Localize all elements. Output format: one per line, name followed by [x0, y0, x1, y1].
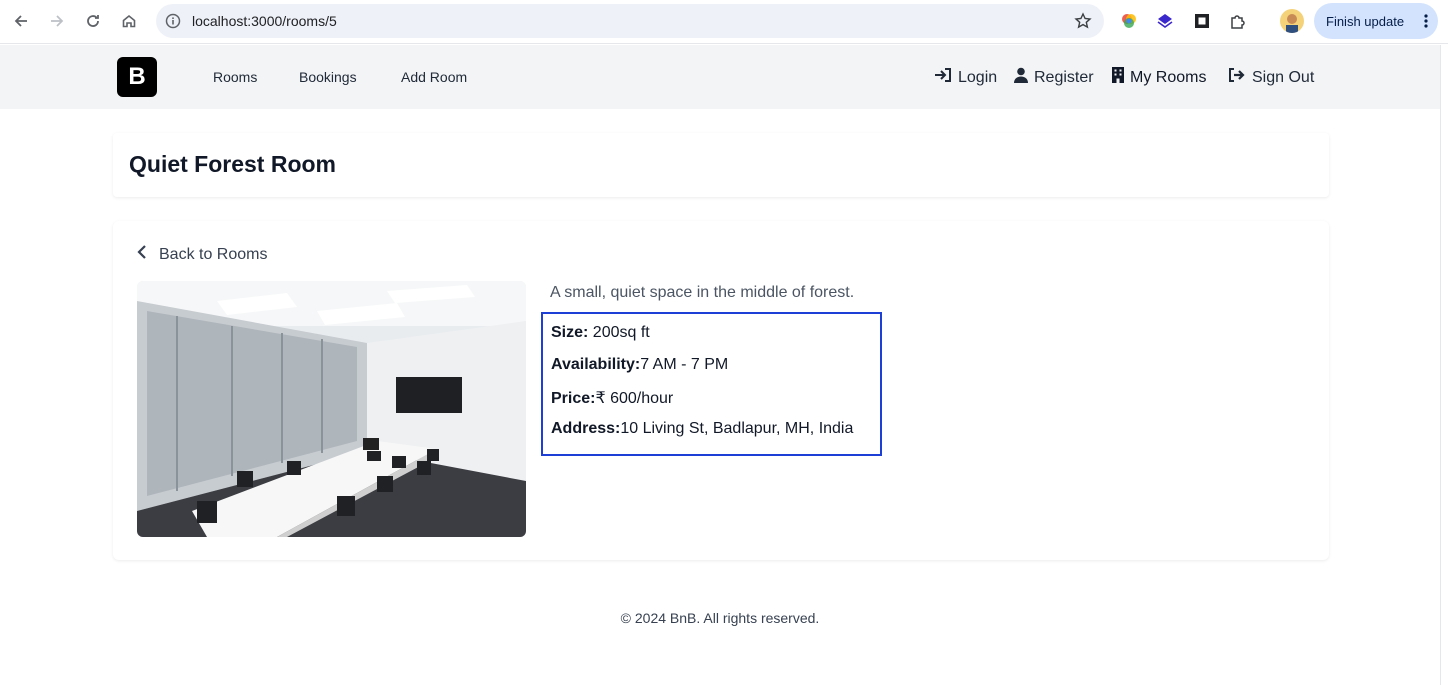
size-value: 200sq ft: [588, 324, 650, 341]
puzzle-extensions-icon[interactable]: [1227, 10, 1249, 32]
app-header: B Rooms Bookings Add Room Login Register…: [0, 45, 1440, 109]
sign-out-icon: [1228, 67, 1246, 88]
building-icon: [1112, 67, 1124, 88]
availability-value: 7 AM - 7 PM: [640, 356, 729, 373]
home-icon[interactable]: [115, 7, 143, 35]
register-link[interactable]: Register: [1014, 67, 1094, 88]
bookmark-star-icon[interactable]: [1074, 12, 1092, 35]
price-row: Price:₹ 600/hour: [551, 388, 673, 408]
title-card: Quiet Forest Room: [113, 133, 1329, 197]
forward-arrow-icon[interactable]: [43, 7, 71, 35]
color-extension-icon[interactable]: [1118, 10, 1140, 32]
availability-label: Availability:: [551, 356, 641, 373]
site-info-icon[interactable]: [165, 13, 181, 34]
layers-extension-icon[interactable]: [1154, 10, 1176, 32]
sign-in-icon: [934, 67, 952, 88]
nav-bookings-link[interactable]: Bookings: [299, 69, 357, 85]
sign-out-link[interactable]: Sign Out: [1228, 67, 1314, 88]
reload-icon[interactable]: [79, 7, 107, 35]
size-row: Size: 200sq ft: [551, 324, 650, 342]
room-photo: [137, 281, 526, 537]
url-text: localhost:3000/rooms/5: [192, 13, 337, 29]
finish-update-label: Finish update: [1326, 13, 1405, 29]
my-rooms-label: My Rooms: [1130, 68, 1207, 86]
chevron-left-icon: [137, 244, 147, 265]
login-label: Login: [958, 68, 998, 86]
room-details-card: Back to Rooms A small, quiet space in th…: [113, 221, 1329, 560]
room-description: A small, quiet space in the middle of fo…: [550, 284, 855, 301]
availability-row: Availability:7 AM - 7 PM: [551, 356, 728, 374]
footer-copyright: © 2024 BnB. All rights reserved.: [620, 610, 820, 626]
address-value: 10 Living St, Badlapur, MH, India: [620, 420, 854, 437]
finish-update-button[interactable]: Finish update: [1314, 3, 1438, 39]
back-to-rooms-label: Back to Rooms: [159, 245, 268, 263]
back-arrow-icon[interactable]: [7, 7, 35, 35]
square-extension-icon[interactable]: [1191, 10, 1213, 32]
back-to-rooms-link[interactable]: Back to Rooms: [137, 244, 267, 265]
browser-toolbar: localhost:3000/rooms/5 Finish update: [0, 0, 1448, 44]
user-icon: [1014, 67, 1028, 88]
window-edge: [1440, 45, 1448, 685]
brand-logo[interactable]: B: [117, 57, 157, 97]
nav-add-room-link[interactable]: Add Room: [401, 69, 467, 85]
profile-avatar[interactable]: [1280, 9, 1304, 33]
address-row: Address:10 Living St, Badlapur, MH, Indi…: [551, 420, 853, 438]
price-label: Price:: [551, 390, 596, 407]
more-options-icon[interactable]: [1424, 13, 1428, 32]
room-details-box: Size: 200sq ft Availability:7 AM - 7 PM …: [541, 312, 882, 456]
address-bar[interactable]: localhost:3000/rooms/5: [156, 4, 1104, 38]
address-label: Address:: [551, 420, 621, 437]
my-rooms-link[interactable]: My Rooms: [1112, 67, 1206, 88]
page-title: Quiet Forest Room: [129, 151, 337, 177]
nav-rooms-link[interactable]: Rooms: [213, 69, 257, 85]
login-link[interactable]: Login: [934, 67, 997, 88]
sign-out-label: Sign Out: [1252, 68, 1315, 86]
register-label: Register: [1034, 68, 1094, 86]
size-label: Size:: [551, 324, 589, 341]
price-value: ₹ 600/hour: [595, 390, 674, 407]
